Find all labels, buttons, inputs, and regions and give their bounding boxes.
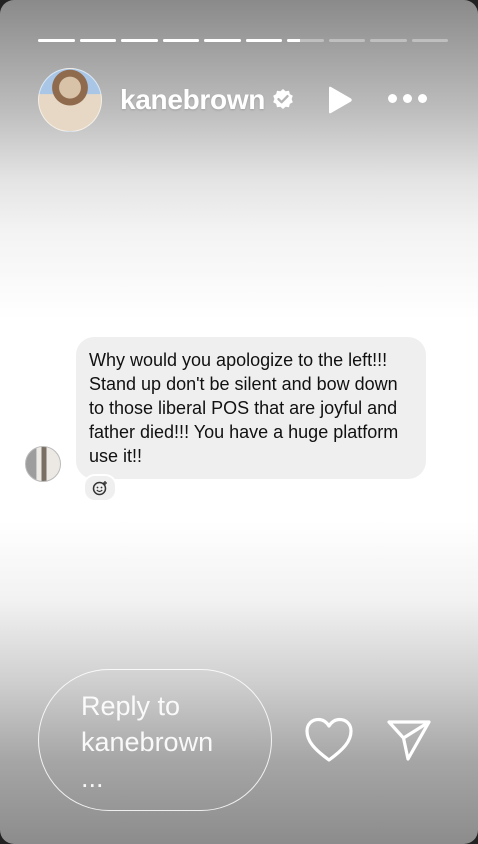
story-progress-bar: [38, 39, 448, 42]
story-header: kanebrown: [38, 68, 448, 132]
message-bubble: Why would you apologize to the left!!! S…: [76, 337, 426, 479]
progress-segment: [162, 39, 199, 42]
progress-segment: [79, 39, 116, 42]
emoji-add-icon: [92, 481, 107, 496]
progress-segment: [370, 39, 407, 42]
progress-segment: [287, 39, 324, 42]
verified-badge-icon: [273, 89, 293, 109]
progress-segment: [411, 39, 448, 42]
reaction-button[interactable]: [83, 474, 117, 502]
story-viewer[interactable]: kanebrown Why would you apologize to the…: [0, 0, 478, 844]
more-options-icon[interactable]: [388, 94, 427, 103]
message-text: Why would you apologize to the left!!! S…: [89, 350, 399, 466]
progress-segment: [38, 39, 75, 42]
play-icon[interactable]: [325, 86, 353, 114]
send-icon[interactable]: [386, 718, 432, 762]
progress-segment: [245, 39, 282, 42]
progress-segment: [121, 39, 158, 42]
username[interactable]: kanebrown: [120, 84, 265, 116]
progress-segment: [328, 39, 365, 42]
profile-avatar[interactable]: [38, 68, 102, 132]
progress-segment: [204, 39, 241, 42]
reply-input[interactable]: Reply to kanebrown ...: [38, 669, 272, 811]
heart-icon[interactable]: [304, 717, 354, 763]
sender-avatar: [25, 446, 61, 482]
